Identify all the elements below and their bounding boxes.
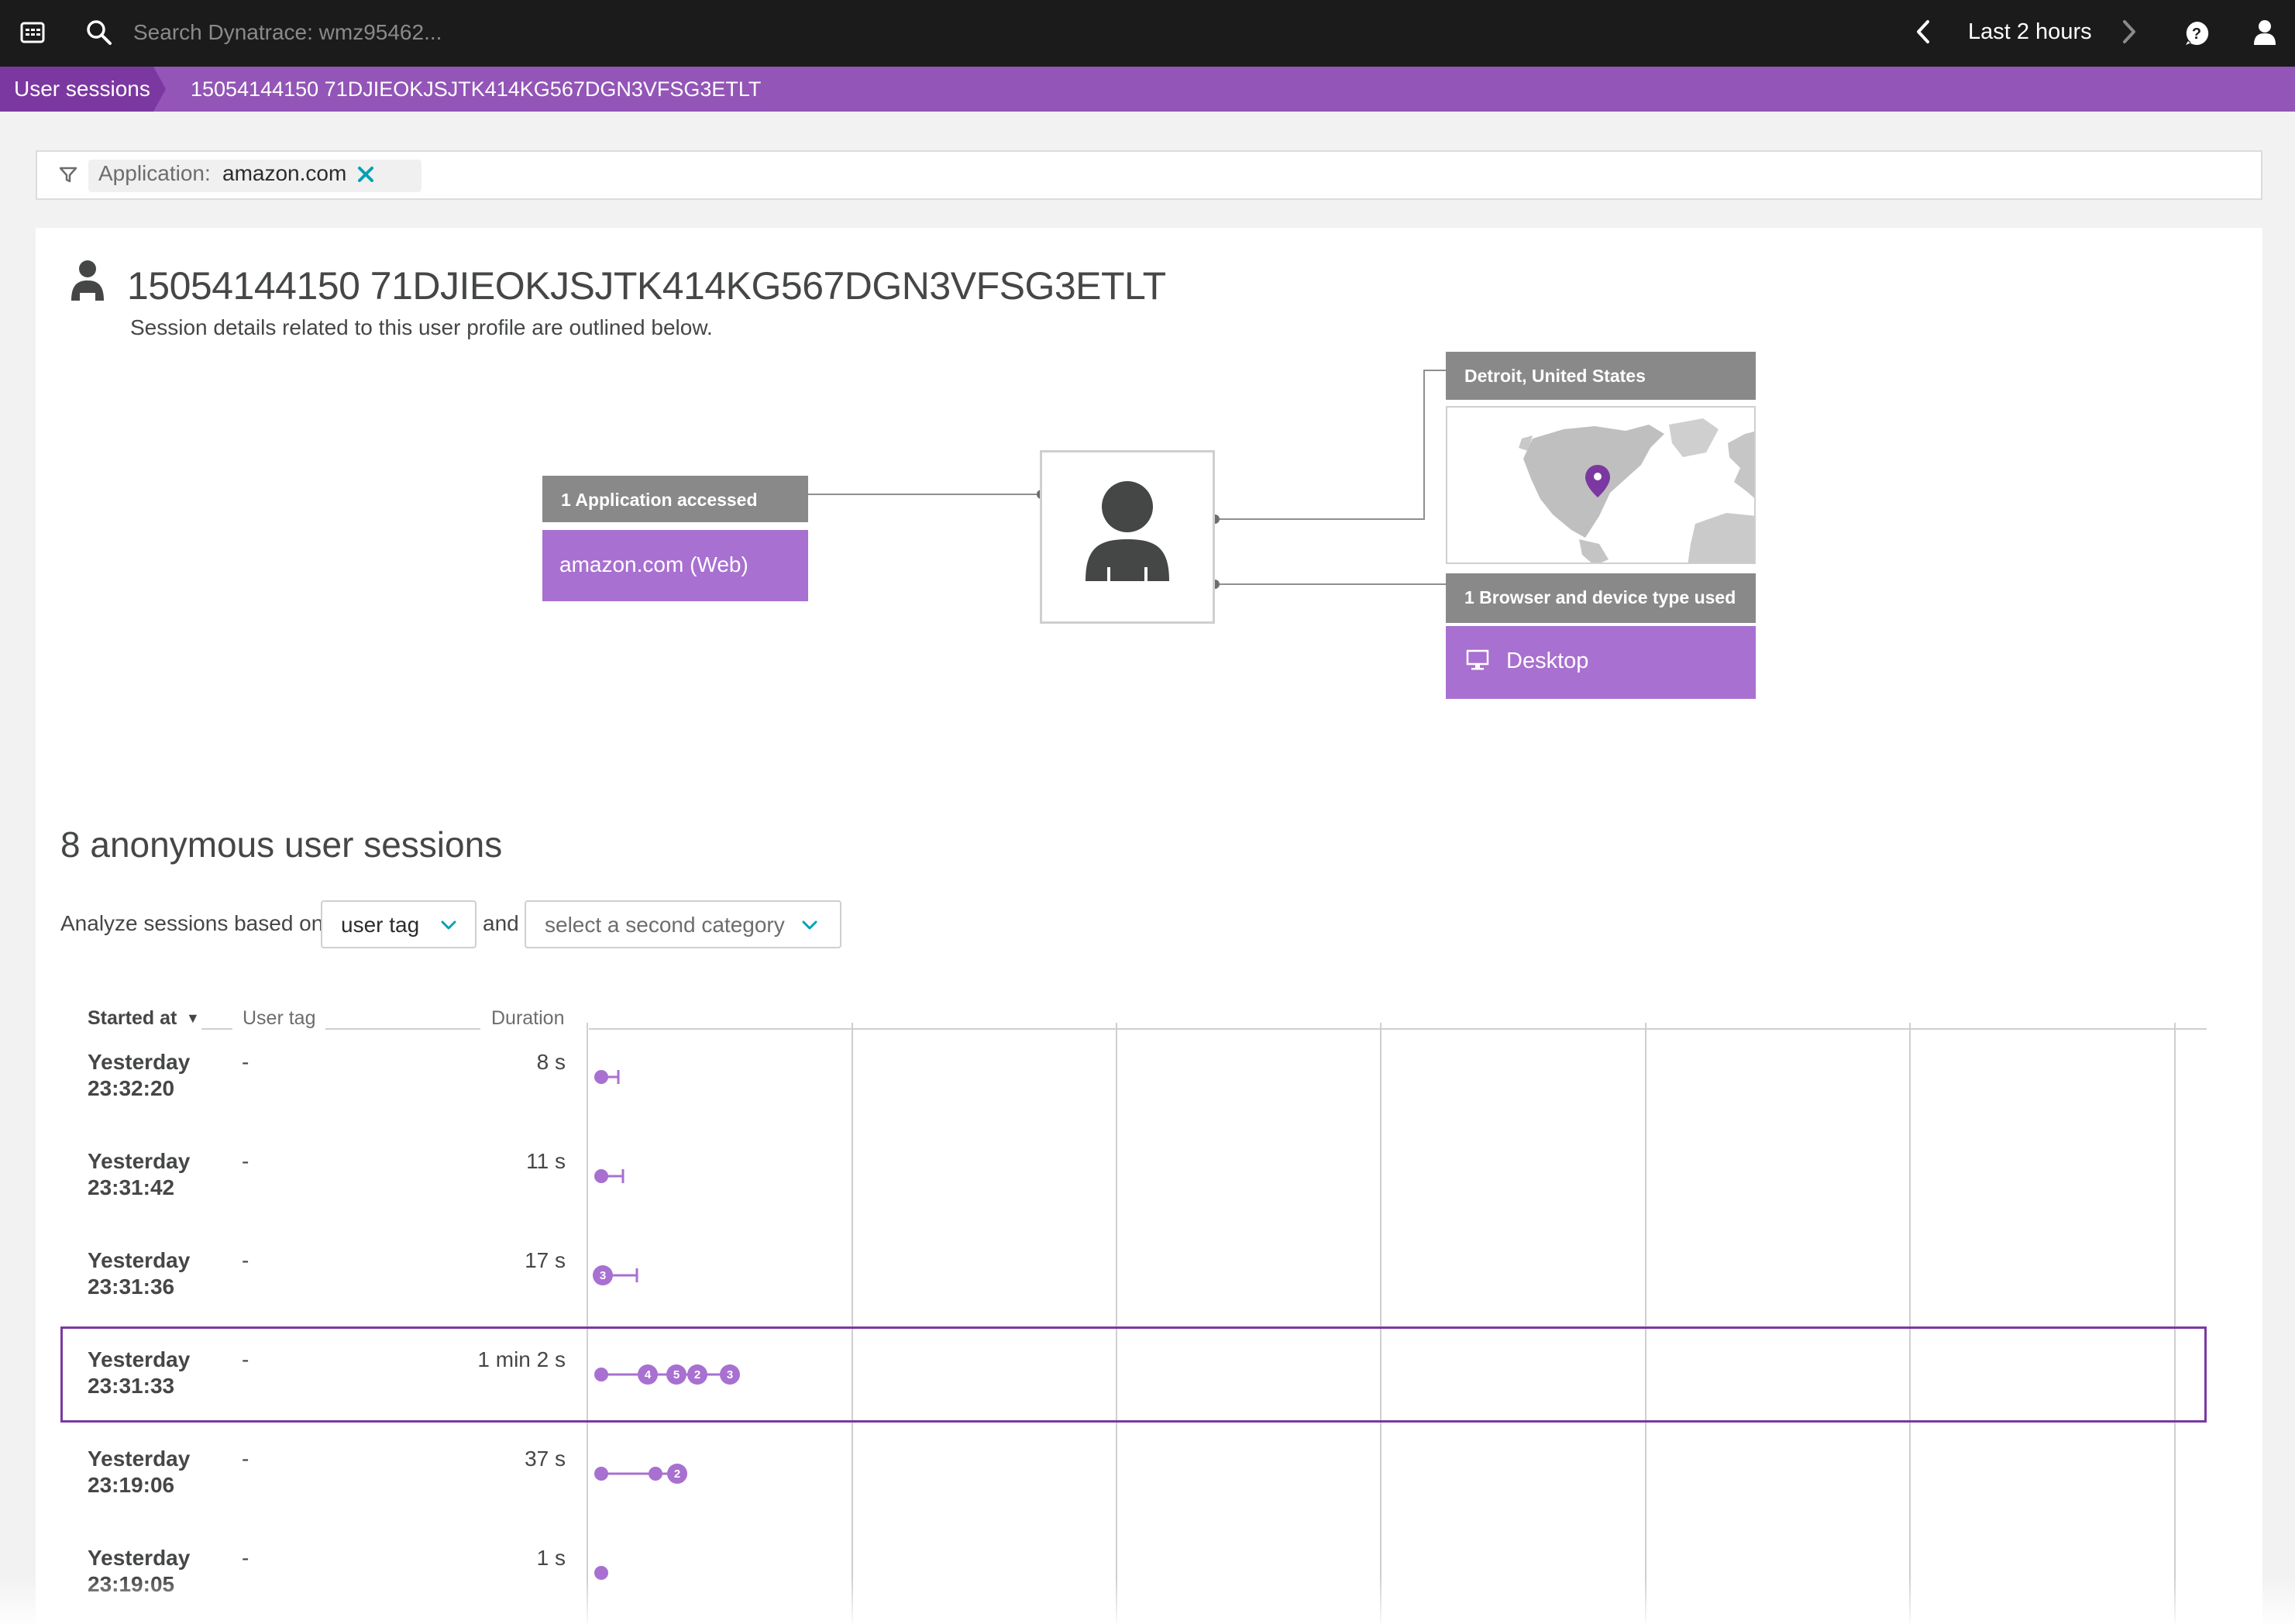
analyze-category-select[interactable]: user tag: [321, 900, 477, 948]
row-user-tag: -: [242, 1050, 249, 1074]
row-duration: 8 s: [536, 1050, 566, 1074]
session-timeline-bar[interactable]: 3: [589, 1263, 651, 1288]
and-label: and: [483, 911, 519, 935]
application-card[interactable]: amazon.com (Web): [542, 530, 808, 601]
analyze-label: Analyze sessions based on: [60, 911, 324, 935]
row-start-day: Yesterday: [88, 1447, 191, 1471]
action-count-badge: 4: [645, 1368, 652, 1381]
action-count-badge: 3: [727, 1368, 733, 1381]
row-start-time: 23:31:33: [88, 1374, 175, 1398]
timeline-grid: [201, 1023, 2207, 1624]
row-start-day: Yesterday: [88, 1546, 191, 1570]
scroll-fade: [0, 1578, 2295, 1624]
row-start-time: 23:31:36: [88, 1275, 175, 1299]
applications-header: 1 Application accessed: [542, 476, 808, 522]
row-duration: 37 s: [525, 1447, 566, 1471]
row-duration: 11 s: [526, 1149, 566, 1173]
action-count-badge: 2: [674, 1467, 680, 1481]
row-start-day: Yesterday: [88, 1050, 191, 1074]
session-timeline-bar[interactable]: 4 5 2 3: [589, 1362, 744, 1387]
sessions-title: 8 anonymous user sessions: [60, 824, 503, 865]
location-header: Detroit, United States: [1446, 352, 1756, 400]
user-avatar-icon: [1086, 481, 1169, 581]
device-name[interactable]: Desktop: [1506, 646, 1588, 676]
row-user-tag: -: [242, 1149, 249, 1173]
row-user-tag: -: [242, 1248, 249, 1272]
world-map-image: [1519, 418, 1754, 563]
row-start-day: Yesterday: [88, 1248, 191, 1272]
row-start-time: 23:32:20: [88, 1076, 175, 1100]
row-start-time: 23:19:06: [88, 1473, 175, 1497]
row-duration: 1 min 2 s: [477, 1347, 566, 1371]
chevron-down-icon[interactable]: [440, 919, 457, 931]
row-duration: 17 s: [525, 1248, 566, 1272]
second-category-select[interactable]: select a second category: [525, 900, 841, 948]
select-value[interactable]: user tag: [341, 910, 419, 940]
row-start-day: Yesterday: [88, 1149, 191, 1173]
row-user-tag: -: [242, 1546, 249, 1570]
session-timeline-bar[interactable]: 2: [589, 1461, 697, 1486]
action-count-badge: 2: [694, 1368, 700, 1381]
session-timeline-bar[interactable]: [589, 1165, 635, 1189]
action-count-badge: 3: [600, 1269, 606, 1282]
selected-session-row-highlight[interactable]: [60, 1326, 2207, 1423]
row-user-tag: -: [242, 1347, 249, 1371]
row-start-time: 23:31:42: [88, 1175, 175, 1199]
location-map[interactable]: [1446, 406, 1756, 564]
chevron-down-icon[interactable]: [801, 919, 818, 931]
action-count-badge: 5: [673, 1368, 680, 1381]
desktop-icon: [1466, 649, 1489, 670]
row-duration: 1 s: [536, 1546, 566, 1570]
user-node: [1040, 450, 1215, 624]
row-user-tag: -: [242, 1447, 249, 1471]
application-name[interactable]: amazon.com (Web): [559, 550, 748, 580]
device-header: 1 Browser and device type used: [1446, 573, 1756, 623]
select-placeholder[interactable]: select a second category: [545, 910, 785, 940]
connection-lines: [808, 370, 1446, 589]
session-timeline-bar[interactable]: [589, 1066, 635, 1089]
row-start-day: Yesterday: [88, 1347, 191, 1371]
device-card[interactable]: Desktop: [1446, 626, 1756, 699]
